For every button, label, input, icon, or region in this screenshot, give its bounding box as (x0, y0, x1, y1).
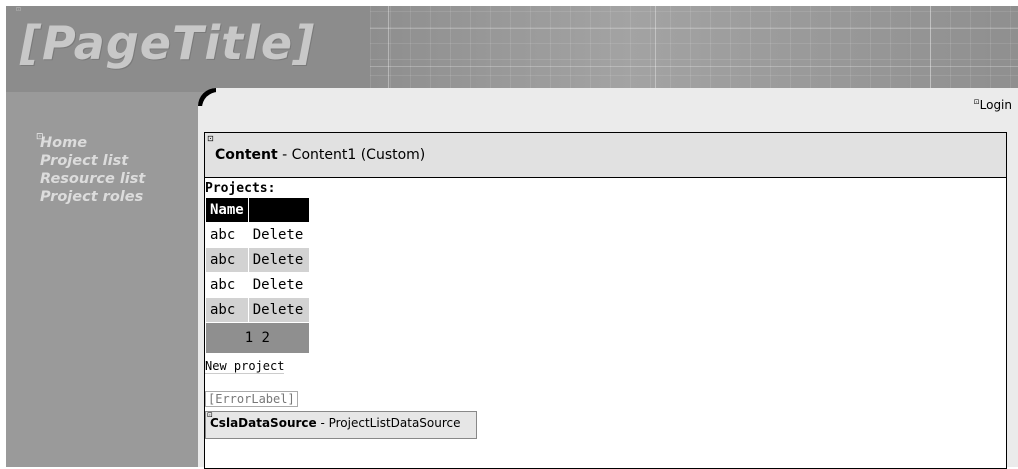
content-title-rest: - Content1 (Custom) (277, 147, 426, 163)
content-title: Content - Content1 (Custom) (215, 147, 425, 163)
sidebar: ⊡ Home Project list Resource list Projec… (6, 92, 198, 467)
grid-cell-name: abc (205, 222, 249, 248)
login-label: Login (979, 98, 1012, 112)
table-row: abc Delete (205, 297, 310, 323)
table-row: abc Delete (205, 247, 310, 273)
delete-link[interactable]: Delete (247, 247, 310, 273)
marker-icon: ⊡ (16, 6, 22, 13)
table-row: abc Delete (205, 222, 310, 248)
error-label: [ErrorLabel] (205, 391, 298, 407)
content-placeholder: ⊡ Content - Content1 (Custom) Projects: … (204, 132, 1007, 469)
grid-pager[interactable]: 1 2 (205, 322, 310, 354)
marker-icon: ⊡ (207, 134, 214, 143)
header-grid-image (370, 6, 1018, 92)
nav-item-project-roles[interactable]: Project roles (40, 188, 145, 206)
delete-link[interactable]: Delete (247, 222, 310, 248)
grid-cell-name: abc (205, 297, 249, 323)
login-link[interactable]: ⊡Login (974, 98, 1012, 112)
marker-icon: ⊡ (207, 411, 213, 419)
datasource-type: CslaDataSource (210, 416, 317, 430)
grid-header-action (247, 197, 310, 223)
marker-icon: ⊡ (36, 132, 44, 142)
nav-item-project-list[interactable]: Project list (40, 152, 145, 170)
delete-link[interactable]: Delete (247, 272, 310, 298)
grid-header-row: Name (205, 197, 310, 223)
new-project-link[interactable]: New project (205, 359, 285, 374)
projects-grid: Name abc Delete abc Delete abc Delete ab… (205, 197, 310, 354)
grid-header-name: Name (205, 197, 249, 223)
header-banner: ⊡ [PageTitle] (6, 6, 1018, 92)
table-row: abc Delete (205, 272, 310, 298)
projects-label: Projects: (205, 181, 276, 196)
nav-item-home[interactable]: Home (40, 134, 145, 152)
delete-link[interactable]: Delete (247, 297, 310, 323)
sidebar-nav: ⊡ Home Project list Resource list Projec… (36, 132, 145, 206)
content-title-bold: Content (215, 147, 278, 163)
datasource-control: ⊡ CslaDataSource - ProjectListDataSource (205, 411, 477, 439)
grid-pager-row: 1 2 (205, 322, 310, 354)
grid-cell-name: abc (205, 247, 249, 273)
nav-item-resource-list[interactable]: Resource list (40, 170, 145, 188)
grid-cell-name: abc (205, 272, 249, 298)
datasource-name: - ProjectListDataSource (316, 416, 461, 430)
page-title: [PageTitle] (20, 16, 316, 70)
main-panel: ⊡Login ⊡ Content - Content1 (Custom) Pro… (198, 88, 1018, 469)
content-header: ⊡ Content - Content1 (Custom) (205, 133, 1006, 178)
